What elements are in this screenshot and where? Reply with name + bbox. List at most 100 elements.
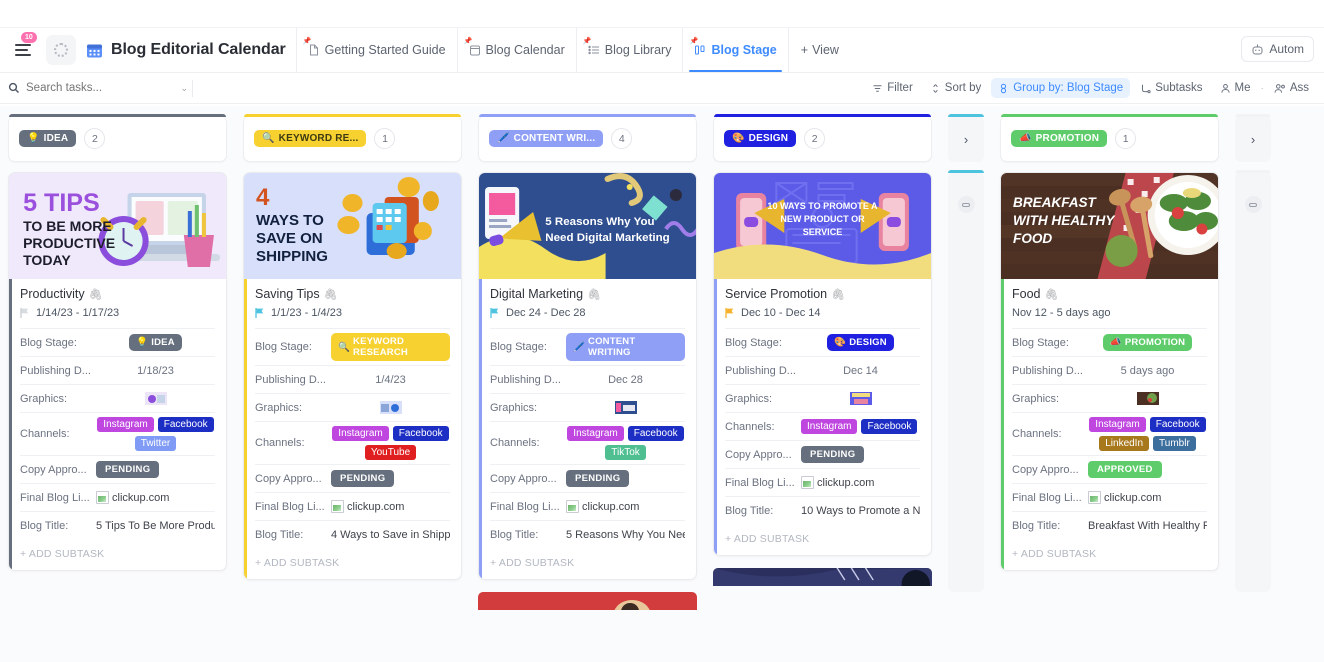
field-publishing-date[interactable]: Publishing D... 1/4/23 [255,365,450,393]
field-graphics[interactable]: Graphics: [20,384,215,412]
channel-tag[interactable]: LinkedIn [1099,436,1150,451]
field-blog-stage[interactable]: Blog Stage: 🖊️ CONTENT WRITING [490,328,685,365]
expand-column-button-1[interactable]: › [948,114,984,162]
channel-tag[interactable]: TikTok [605,445,646,460]
field-final-blog-link[interactable]: Final Blog Li... clickup.com [255,492,450,520]
stage-badge[interactable]: 🔍 KEYWORD RESEARCH [331,333,450,361]
channel-tag[interactable]: Facebook [1149,417,1206,432]
task-card-digital-marketing[interactable]: 5 Reasons Why You Need Digital Marketing… [478,172,697,580]
field-channels[interactable]: Channels: Instagram Facebook YouTube [255,421,450,464]
channel-tag[interactable]: Facebook [861,419,918,434]
task-card-partial[interactable] [478,592,697,610]
approval-status-badge[interactable]: PENDING [331,470,395,487]
field-graphics[interactable]: Graphics: [1012,384,1207,412]
stage-badge[interactable]: 💡 IDEA [129,334,182,351]
field-blog-title[interactable]: Blog Title: Breakfast With Healthy F... [1012,511,1207,539]
field-publishing-date[interactable]: Publishing D... Dec 14 [725,356,920,384]
tab-getting-started-guide[interactable]: 📌 Getting Started Guide [295,28,457,72]
add-subtask-button[interactable]: + ADD SUBTASK [244,548,461,579]
approval-status-badge[interactable]: PENDING [566,470,630,487]
card-date-range[interactable]: Nov 12 - 5 days ago [1012,307,1207,328]
channel-tag[interactable]: Facebook [627,426,684,441]
loading-spinner-button[interactable] [46,35,76,65]
filter-button[interactable]: Filter [865,78,920,98]
blog-link[interactable]: clickup.com [331,500,404,513]
field-blog-stage[interactable]: Blog Stage: 🔍 KEYWORD RESEARCH [255,328,450,365]
card-date-range[interactable]: Dec 24 - Dec 28 [490,307,685,328]
field-graphics[interactable]: Graphics: [725,384,920,412]
column-header-design[interactable]: 🎨 DESIGN 2 [713,114,932,162]
field-blog-title[interactable]: Blog Title: 4 Ways to Save in Shippi... [255,520,450,548]
task-card-partial[interactable] [713,568,932,586]
card-date-range[interactable]: 1/1/23 - 1/4/23 [255,307,450,328]
blog-link[interactable]: clickup.com [1088,491,1161,504]
field-copy-approval[interactable]: Copy Appro... APPROVED [1012,455,1207,483]
automations-button[interactable]: Autom [1241,36,1314,62]
channel-tag[interactable]: Facebook [392,426,449,441]
field-blog-stage[interactable]: Blog Stage: 🎨 DESIGN [725,328,920,356]
blog-link[interactable]: clickup.com [96,491,169,504]
field-graphics[interactable]: Graphics: [490,393,685,421]
sidebar-toggle-button[interactable]: 10 [10,32,37,63]
status-badge-idea[interactable]: 💡 IDEA [19,130,77,147]
field-publishing-date[interactable]: Publishing D... 1/18/23 [20,356,215,384]
add-view-button[interactable]: + View [787,28,851,72]
channel-tag[interactable]: Tumblr [1153,436,1196,451]
blog-link[interactable]: clickup.com [566,500,639,513]
field-copy-approval[interactable]: Copy Appro... PENDING [725,440,920,468]
field-final-blog-link[interactable]: Final Blog Li... clickup.com [490,492,685,520]
task-card-service-promotion[interactable]: 10 WAYS TO PROMOTE A NEW PRODUCT OR SERV… [713,172,932,556]
channel-tag[interactable]: Facebook [157,417,214,432]
field-final-blog-link[interactable]: Final Blog Li... clickup.com [725,468,920,496]
approval-status-badge[interactable]: PENDING [96,461,160,478]
column-header-content-writing[interactable]: 🖊️ CONTENT WRI... 4 [478,114,697,162]
add-subtask-button[interactable]: + ADD SUBTASK [479,548,696,579]
status-badge-promotion[interactable]: 📣 PROMOTION [1011,130,1108,147]
column-header-idea[interactable]: 💡 IDEA 2 [8,114,227,162]
status-badge-content-writing[interactable]: 🖊️ CONTENT WRI... [489,130,604,147]
channel-tag[interactable]: Instagram [332,426,389,441]
add-subtask-button[interactable]: + ADD SUBTASK [1001,539,1218,570]
field-channels[interactable]: Channels: Instagram Facebook Twitter [20,412,215,455]
channel-tag[interactable]: Twitter [134,436,177,451]
search-input[interactable] [26,82,141,94]
channel-tag[interactable]: YouTube [364,445,417,460]
chevron-down-icon[interactable]: ⌄ [180,83,188,94]
add-subtask-button[interactable]: + ADD SUBTASK [714,524,931,555]
channel-tag[interactable]: Instagram [1089,417,1146,432]
field-copy-approval[interactable]: Copy Appro... PENDING [20,455,215,483]
tab-blog-calendar[interactable]: 📌 Blog Calendar [456,28,576,72]
subtasks-button[interactable]: Subtasks [1133,78,1209,98]
task-card-saving-tips[interactable]: 4 WAYS TO SAVE ON SHIPPING Saving Tips 🖇 [243,172,462,580]
field-publishing-date[interactable]: Publishing D... 5 days ago [1012,356,1207,384]
task-card-food[interactable]: BREAKFAST WITH HEALTHY FOOD Food 🖇 Nov 1… [1000,172,1219,571]
field-publishing-date[interactable]: Publishing D... Dec 28 [490,365,685,393]
channel-tag[interactable]: Instagram [97,417,154,432]
field-blog-title[interactable]: Blog Title: 5 Tips To Be More Produ... [20,511,215,539]
channel-tag[interactable]: Instagram [801,419,858,434]
field-graphics[interactable]: Graphics: [255,393,450,421]
field-blog-stage[interactable]: Blog Stage: 💡 IDEA [20,328,215,356]
column-header-promotion[interactable]: 📣 PROMOTION 1 [1000,114,1219,162]
field-channels[interactable]: Channels: Instagram Facebook LinkedIn Tu… [1012,412,1207,455]
assignees-button[interactable]: Ass [1267,78,1316,98]
stage-badge[interactable]: 🎨 DESIGN [827,334,894,351]
approval-status-badge[interactable]: PENDING [801,446,865,463]
blog-link[interactable]: clickup.com [801,476,874,489]
field-blog-stage[interactable]: Blog Stage: 📣 PROMOTION [1012,328,1207,356]
field-blog-title[interactable]: Blog Title: 10 Ways to Promote a N... [725,496,920,524]
sort-by-button[interactable]: Sort by [923,78,988,98]
approval-status-badge[interactable]: APPROVED [1088,461,1162,478]
task-card-productivity[interactable]: 5 TIPS TO BE MORE PRODUCTIVE TODAY Produ… [8,172,227,571]
status-badge-design[interactable]: 🎨 DESIGN [724,130,797,147]
expand-column-button-2[interactable]: › [1235,114,1271,162]
status-badge-keyword-research[interactable]: 🔍 KEYWORD RE... [254,130,367,147]
me-filter-button[interactable]: Me [1213,78,1258,98]
add-subtask-button[interactable]: + ADD SUBTASK [9,539,226,570]
tab-blog-library[interactable]: 📌 Blog Library [575,28,683,72]
field-final-blog-link[interactable]: Final Blog Li... clickup.com [20,483,215,511]
group-by-button[interactable]: Group by: Blog Stage [991,78,1131,98]
field-copy-approval[interactable]: Copy Appro... PENDING [490,464,685,492]
field-blog-title[interactable]: Blog Title: 5 Reasons Why You Nee... [490,520,685,548]
channel-tag[interactable]: Instagram [567,426,624,441]
